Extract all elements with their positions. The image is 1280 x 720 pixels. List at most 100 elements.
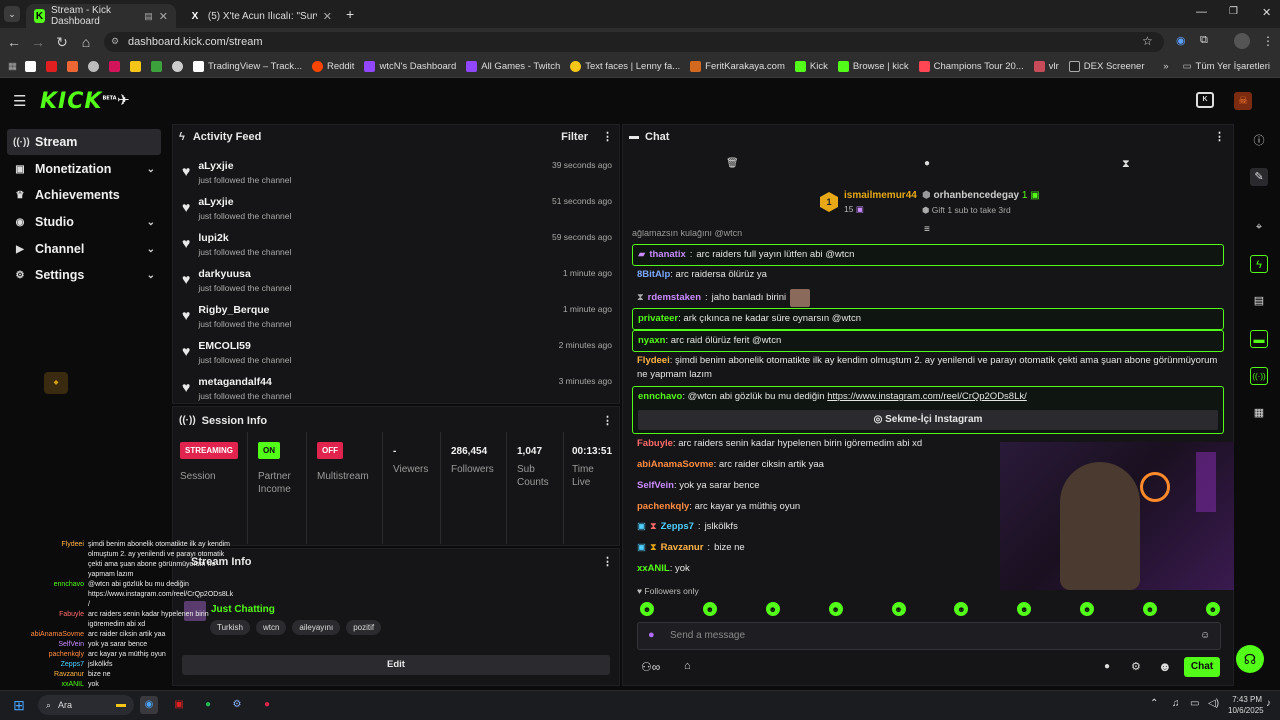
emote-icon[interactable]: ☻ (765, 602, 780, 616)
back-icon[interactable]: ← (6, 34, 22, 50)
scan-icon[interactable]: ⌖ (1250, 218, 1268, 236)
site-settings-icon[interactable]: ⚙ (111, 36, 119, 47)
lightning-icon[interactable]: ϟ (1250, 255, 1268, 273)
browser-menu-icon[interactable]: ⋮ (1262, 34, 1274, 48)
profile-avatar[interactable] (1234, 33, 1250, 49)
chat-message[interactable]: ennchavo: @wtcn abi gözlük bu mu dediğin… (632, 386, 1224, 434)
bookmark-tradingview[interactable]: TradingView – Track... (192, 61, 302, 72)
bookmark-icon[interactable] (66, 61, 78, 72)
home-icon[interactable]: ⌂ (78, 34, 94, 50)
extensions-puzzle-icon[interactable]: ⧉ (1200, 34, 1208, 47)
bookmark-feritkarakaya[interactable]: FeritKarakaya.com (690, 61, 785, 72)
sidebar-item-studio[interactable]: ◉ Studio ⌄ (7, 209, 161, 235)
chrome-icon[interactable]: ◉ (140, 696, 158, 714)
users-icon[interactable]: ⚇∞ (641, 660, 660, 674)
send-chat-button[interactable]: Chat (1184, 657, 1220, 677)
file-explorer-icon[interactable]: ▬ (112, 696, 130, 714)
chat-mode-icon[interactable]: ● (924, 158, 930, 169)
emote-icon[interactable]: ☻ (891, 602, 906, 616)
new-tab-button[interactable]: + (346, 6, 354, 22)
bookmark-champions-tour[interactable]: Champions Tour 20... (918, 61, 1024, 72)
chat-message[interactable]: ⧗ rdemstaken: jaho banladı birini (632, 289, 1224, 307)
extension-icon[interactable]: ◉ (1176, 34, 1186, 47)
windows-start-icon[interactable]: ⊞ (10, 696, 28, 714)
bookmark-icon[interactable] (108, 61, 120, 72)
volume-icon[interactable]: ◁) (1208, 698, 1219, 709)
more-options-icon[interactable]: ⋮ (1214, 130, 1225, 143)
edit-icon[interactable]: ✎ (1250, 168, 1268, 186)
emote-icon[interactable]: ☻ (640, 602, 654, 616)
reload-icon[interactable]: ↻ (54, 34, 70, 50)
more-bookmarks-icon[interactable]: » (1163, 61, 1168, 72)
broadcast-icon[interactable]: ((·)) (1250, 367, 1268, 385)
bookmark-icon[interactable] (87, 61, 99, 72)
steam-icon[interactable]: ⚙ (228, 696, 246, 714)
chat-message[interactable]: privateer: ark çıkınca ne kadar süre oyn… (632, 308, 1224, 330)
chat-bubble-icon[interactable]: ▬ (1250, 330, 1268, 348)
chat-message[interactable]: Flydeei: şimdi benim abonelik otomatikte… (632, 354, 1224, 382)
app-icon[interactable]: ● (258, 696, 276, 714)
all-bookmarks-folder[interactable]: ▭ Tüm Yer İşaretleri (1183, 61, 1270, 72)
emote-menu-icon[interactable]: ☻ (1158, 659, 1172, 674)
tab-kick-dashboard[interactable]: K Stream - Kick Dashboard ▤ ✕ (26, 4, 176, 28)
forward-icon[interactable]: → (30, 34, 46, 50)
app-icon[interactable]: ▣ (170, 696, 188, 714)
sidebar-item-stream[interactable]: ((·)) Stream (7, 129, 161, 155)
close-icon[interactable]: ✕ (159, 10, 168, 23)
bookmark-icon[interactable] (150, 61, 162, 72)
chat-message[interactable]: nyaxn: arc raid ölürüz ferit @wtcn (632, 330, 1224, 352)
sidebar-item-channel[interactable]: ▶ Channel ⌄ (7, 236, 161, 262)
bookmark-kick[interactable]: Kick (794, 61, 828, 72)
more-options-icon[interactable]: ⋮ (602, 414, 613, 427)
taskbar-clock[interactable]: 7:43 PM 10/6/2025 (1228, 694, 1264, 716)
trash-icon[interactable]: 🗑 (726, 158, 739, 169)
bookmark-text-faces[interactable]: Text faces | Lenny fa... (570, 61, 680, 72)
emote-icon[interactable]: ☻ (1143, 602, 1157, 616)
url-input[interactable]: dashboard.kick.com/stream (104, 32, 1164, 52)
bookmark-reddit[interactable]: Reddit (311, 61, 354, 72)
minimize-icon[interactable]: — (1196, 6, 1207, 18)
clipboard-icon[interactable]: ▤ (1250, 292, 1268, 310)
info-icon[interactable]: ⓘ (1250, 132, 1268, 150)
gear-icon[interactable]: ⚙ (1131, 660, 1141, 673)
network-icon[interactable]: ▭ (1190, 698, 1199, 709)
bookmark-x-icon[interactable] (24, 61, 36, 72)
chat-message[interactable]: ▰ thanatix: arc raiders full yayın lütfen… (632, 244, 1224, 266)
bookmark-star-icon[interactable]: ☆ (1142, 34, 1153, 48)
microphone-icon[interactable]: ● (648, 629, 655, 641)
channel-avatar[interactable]: ☠ (1234, 92, 1252, 110)
emoji-picker-icon[interactable]: ☺ (1200, 630, 1210, 641)
emote-icon[interactable]: ☻ (954, 602, 969, 616)
close-icon[interactable]: ✕ (323, 10, 332, 23)
kick-logo[interactable]: KICKBETA (40, 89, 117, 114)
bookmark-wtcn-dashboard[interactable]: wtcN's Dashboard (364, 61, 456, 72)
hourglass-icon[interactable]: ⧗ (1122, 158, 1130, 171)
message-input[interactable]: Send a message (670, 630, 745, 641)
microphone-tray-icon[interactable]: ♫ (1172, 698, 1180, 709)
more-options-icon[interactable]: ⋮ (602, 555, 613, 568)
sidebar-item-monetization[interactable]: ▣ Monetization ⌄ (7, 156, 161, 182)
chat-bubble-icon[interactable]: ● (1104, 661, 1110, 672)
bookmark-browse-kick[interactable]: Browse | kick (837, 61, 909, 72)
bookmark-youtube-icon[interactable] (45, 61, 57, 72)
emote-icon[interactable]: ☻ (702, 602, 717, 616)
emote-icon[interactable]: ☻ (1080, 602, 1095, 616)
preview-toggle-icon[interactable]: K (1196, 92, 1214, 108)
edit-stream-button[interactable]: Edit (182, 655, 610, 675)
tray-chevron-icon[interactable]: ⌃ (1150, 698, 1158, 709)
maximize-icon[interactable]: ❐ (1229, 6, 1238, 17)
layout-icon[interactable]: ▦ (1250, 404, 1268, 422)
spotify-icon[interactable]: ● (199, 696, 217, 714)
emote-icon[interactable]: ☻ (1017, 602, 1032, 616)
filter-button[interactable]: Filter (561, 131, 588, 143)
more-options-icon[interactable]: ⋮ (602, 130, 613, 143)
emote-icon[interactable]: ☻ (828, 602, 843, 616)
bookmark-all-games[interactable]: All Games - Twitch (466, 61, 560, 72)
chat-message[interactable]: 8BitAlp: arc raidersa ölürüz ya (632, 268, 1224, 282)
rocket-icon[interactable]: ✈ (117, 91, 130, 109)
top-gifter-name[interactable]: ismailmemur44 (844, 190, 917, 201)
hamburger-menu-icon[interactable]: ☰ (13, 92, 26, 110)
window-close-icon[interactable]: ✕ (1262, 6, 1271, 19)
store-icon[interactable]: ⌂ (684, 660, 691, 672)
instagram-embed-button[interactable]: ◎ Sekme-İçi Instagram (638, 410, 1218, 430)
